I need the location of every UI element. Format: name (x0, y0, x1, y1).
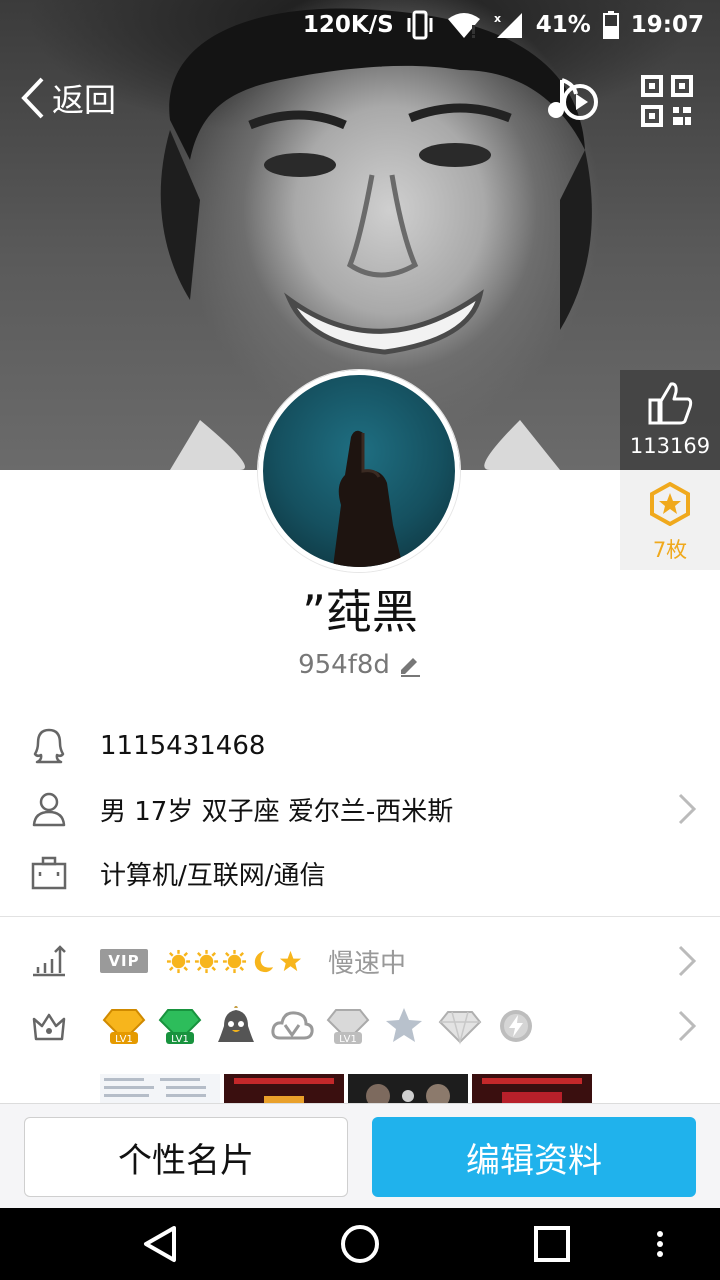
nickname: ”莼黑 (302, 585, 418, 639)
svg-text:x: x (494, 12, 501, 25)
home-circle-icon[interactable] (338, 1222, 382, 1266)
chevron-right-icon (678, 793, 697, 825)
badge-list: LV1 LV1 LV1 (102, 1006, 538, 1046)
like-button[interactable]: 113169 (620, 370, 720, 470)
svg-text:LV1: LV1 (115, 1034, 133, 1045)
level-row[interactable]: VIP 慢速中 (0, 931, 720, 991)
gold-diamond-lv1-badge[interactable]: LV1 (102, 1006, 146, 1046)
action-bar: 个性名片 编辑资料 (0, 1103, 720, 1208)
signature-row[interactable]: 954f8d (0, 650, 720, 680)
edit-profile-button[interactable]: 编辑资料 (372, 1117, 696, 1197)
back-button[interactable]: 返回 (16, 72, 116, 124)
back-triangle-icon[interactable] (138, 1222, 182, 1266)
speed-status: 慢速中 (328, 948, 407, 979)
badges-row[interactable]: LV1 LV1 LV1 (0, 996, 720, 1056)
medal-star-icon (650, 482, 690, 526)
qq-number: 1115431468 (100, 731, 266, 761)
medal-count: 7枚 (652, 538, 688, 562)
status-bar: 120K/S x 41% 19:07 (0, 0, 720, 50)
profile-card-button[interactable]: 个性名片 (24, 1117, 348, 1197)
occupation-row: 计算机/互联网/通信 (0, 843, 720, 903)
vip-badge: VIP (100, 949, 148, 973)
top-navigation: 返回 (0, 62, 720, 134)
recents-square-icon[interactable] (530, 1222, 574, 1266)
photo-thumbnail[interactable] (348, 1074, 468, 1104)
occupation: 计算机/互联网/通信 (100, 860, 326, 891)
back-label: 返回 (52, 81, 117, 119)
photo-thumbnail[interactable] (472, 1074, 592, 1104)
photo-strip[interactable] (100, 1074, 592, 1104)
more-dots-icon[interactable] (650, 1222, 670, 1266)
cell-signal-icon: x (494, 11, 524, 39)
green-diamond-lv1-badge[interactable]: LV1 (158, 1006, 202, 1046)
net-speed: 120K/S (302, 12, 394, 38)
like-count: 113169 (629, 434, 711, 458)
svg-text:LV1: LV1 (339, 1034, 357, 1045)
moon-icon (254, 950, 274, 972)
briefcase-icon (31, 856, 67, 890)
medal-button[interactable]: 7枚 (620, 470, 720, 570)
photo-thumbnail[interactable] (100, 1074, 220, 1104)
sun-icon (194, 949, 219, 973)
grey-star-badge[interactable] (382, 1006, 426, 1046)
music-play-icon[interactable] (544, 72, 600, 128)
star-icon (279, 950, 302, 971)
grey-lightning-badge[interactable] (494, 1006, 538, 1046)
basic-info: 男 17岁 双子座 爱尔兰-西米斯 (100, 796, 454, 827)
signature-text: 954f8d (298, 650, 390, 680)
avatar-image (333, 430, 403, 567)
chevron-left-icon (21, 77, 44, 119)
photo-thumbnail[interactable] (224, 1074, 344, 1104)
person-icon (32, 792, 66, 827)
svg-text:LV1: LV1 (171, 1034, 189, 1045)
level-chart-icon (33, 945, 66, 977)
battery-icon (602, 11, 619, 39)
avatar[interactable] (258, 370, 460, 572)
crown-icon (32, 1013, 66, 1041)
battery-percent: 41% (535, 12, 591, 38)
level-icons (166, 949, 303, 974)
grey-diamond-badge[interactable] (438, 1006, 482, 1046)
sun-icon (166, 949, 191, 973)
section-divider (0, 916, 720, 917)
qq-number-row: 1115431468 (0, 716, 720, 776)
qq-penguin-badge[interactable] (214, 1006, 258, 1046)
clock: 19:07 (630, 12, 704, 38)
vibrate-icon (406, 10, 434, 40)
qr-code-icon[interactable] (640, 74, 694, 128)
wifi-icon (446, 11, 482, 39)
basic-info-row[interactable]: 男 17岁 双子座 爱尔兰-西米斯 (0, 779, 720, 839)
thumbs-up-icon (648, 382, 693, 425)
silver-diamond-lv1-badge[interactable]: LV1 (326, 1006, 370, 1046)
cloud-v-badge[interactable] (270, 1006, 314, 1046)
chevron-right-icon (678, 945, 697, 977)
sun-icon (222, 949, 247, 973)
qq-penguin-icon (33, 728, 65, 764)
pencil-edit-icon[interactable] (398, 653, 422, 677)
system-nav-bar (0, 1208, 720, 1280)
chevron-right-icon (678, 1010, 697, 1042)
